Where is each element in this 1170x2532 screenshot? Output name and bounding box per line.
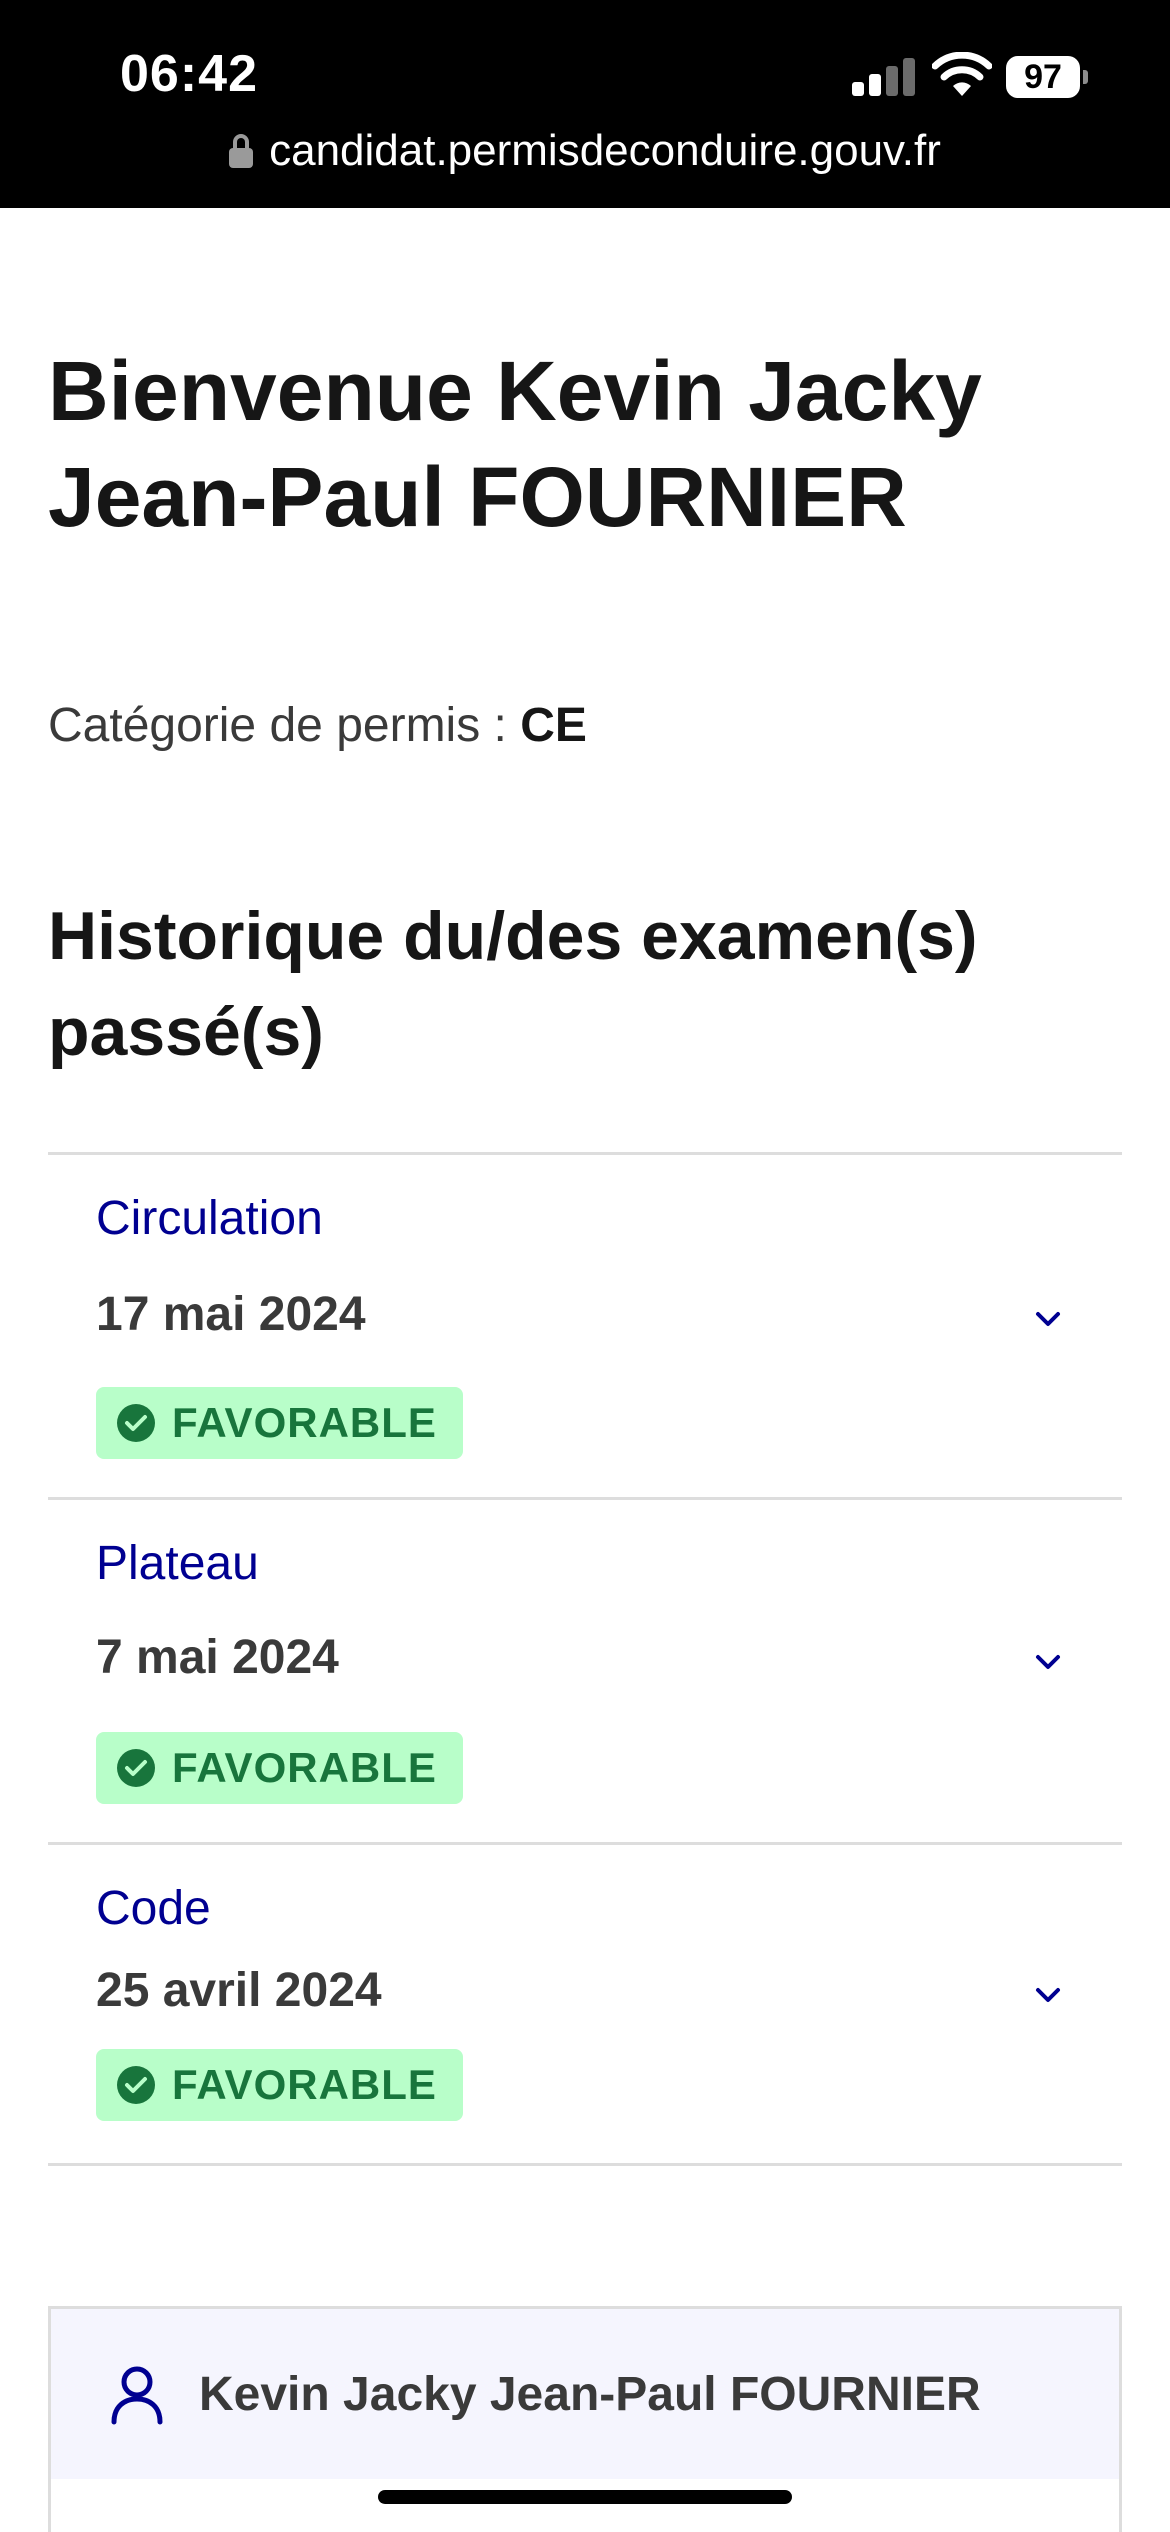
exam-history-title: Historique du/des examen(s) passé(s) (48, 898, 978, 1070)
page-title: Bienvenue Kevin Jacky Jean-Paul FOURNIER (48, 344, 982, 544)
exam-type: Circulation (96, 1192, 323, 1245)
exam-history-list: Circulation 17 mai 2024 FAVORABLE Platea… (48, 1152, 1122, 2166)
status-badge: FAVORABLE (96, 2049, 463, 2121)
category-label: Catégorie de permis : (48, 699, 521, 752)
status-time: 06:42 (120, 45, 258, 103)
exam-item-plateau[interactable]: Plateau 7 mai 2024 FAVORABLE (48, 1500, 1122, 1845)
user-icon (111, 2366, 163, 2425)
category-value: CE (520, 699, 587, 752)
wifi-icon (932, 52, 992, 96)
chevron-down-icon[interactable] (1028, 1975, 1068, 2015)
exam-item-circulation[interactable]: Circulation 17 mai 2024 FAVORABLE (48, 1155, 1122, 1500)
license-category: Catégorie de permis : CE (48, 698, 587, 753)
chevron-down-icon[interactable] (1028, 1299, 1068, 1339)
exam-type: Plateau (96, 1537, 259, 1590)
exam-type: Code (96, 1882, 211, 1935)
profile-name: Kevin Jacky Jean-Paul FOURNIER (199, 2367, 981, 2421)
battery-icon: 97 (1006, 56, 1088, 98)
exam-item-code[interactable]: Code 25 avril 2024 FAVORABLE (48, 1845, 1122, 2166)
cellular-signal-icon (852, 56, 916, 96)
exam-date: 25 avril 2024 (96, 1964, 382, 2017)
check-circle-icon (117, 2066, 155, 2104)
home-indicator[interactable] (378, 2490, 792, 2504)
status-bar: 06:42 97 candidat.permisdeconduire.gouv.… (0, 0, 1170, 208)
address-bar[interactable]: candidat.permisdeconduire.gouv.fr (0, 126, 1170, 186)
lock-icon (229, 134, 254, 168)
status-label: FAVORABLE (172, 1744, 437, 1791)
exam-date: 17 mai 2024 (96, 1288, 366, 1341)
exam-date: 7 mai 2024 (96, 1631, 339, 1684)
chevron-down-icon[interactable] (1028, 1642, 1068, 1682)
check-circle-icon (117, 1749, 155, 1787)
profile-header[interactable]: Kevin Jacky Jean-Paul FOURNIER (51, 2309, 1119, 2479)
url-text: candidat.permisdeconduire.gouv.fr (269, 126, 941, 175)
check-circle-icon (117, 1404, 155, 1442)
battery-level: 97 (1006, 56, 1080, 98)
status-badge: FAVORABLE (96, 1387, 463, 1459)
status-label: FAVORABLE (172, 2061, 437, 2108)
status-badge: FAVORABLE (96, 1732, 463, 1804)
status-label: FAVORABLE (172, 1399, 437, 1446)
